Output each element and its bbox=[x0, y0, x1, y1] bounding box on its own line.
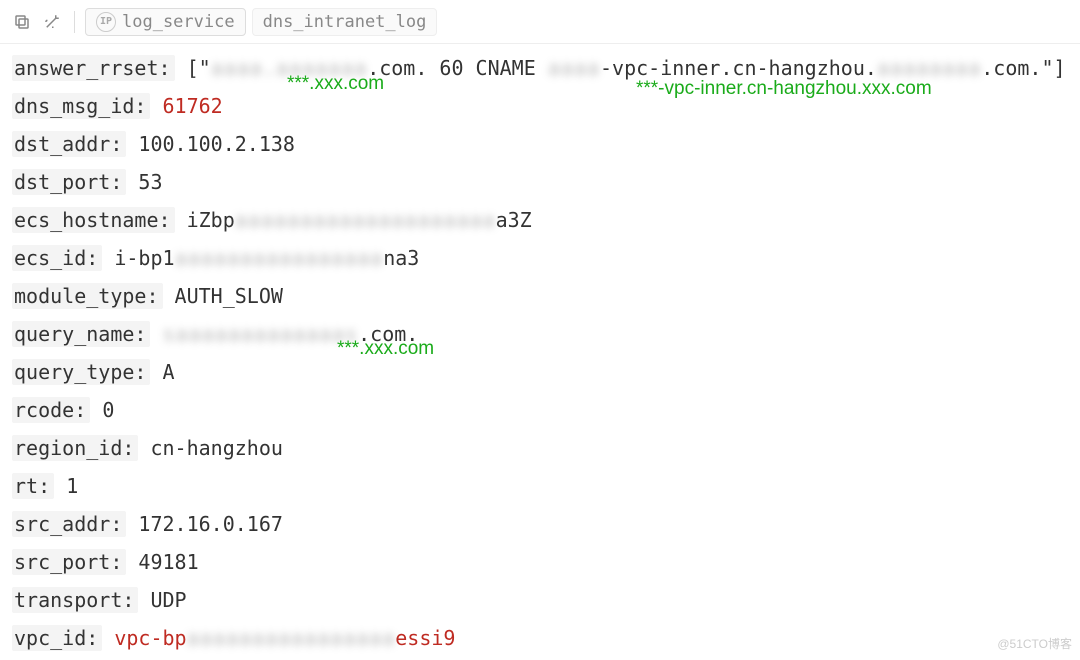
field-key: region_id: bbox=[12, 435, 138, 461]
magic-wand-icon[interactable] bbox=[40, 10, 64, 34]
log-field-list: answer_rrset: ["aaaa.aaaaaaa.com. 60 CNA… bbox=[0, 44, 1080, 653]
field-key: rt: bbox=[12, 473, 54, 499]
field-key: dst_port: bbox=[12, 169, 126, 195]
field-vpc-id: vpc_id: vpc-bpaaaaaaaaaaaaaaaaessi9 bbox=[12, 624, 1068, 653]
field-key: dst_addr: bbox=[12, 131, 126, 157]
field-key: rcode: bbox=[12, 397, 90, 423]
field-value: cn-hangzhou bbox=[150, 436, 282, 460]
field-value: vpc-bpaaaaaaaaaaaaaaaaessi9 bbox=[114, 626, 455, 650]
field-value: A bbox=[163, 360, 175, 384]
field-key: query_name: bbox=[12, 321, 150, 347]
field-query-type: query_type: A bbox=[12, 358, 1068, 387]
field-value: i-bp1aaaaaaaaaaaaaaaana3 bbox=[114, 246, 419, 270]
toolbar: IP log_service dns_intranet_log bbox=[0, 0, 1080, 44]
field-value: 53 bbox=[138, 170, 162, 194]
field-value: 172.16.0.167 bbox=[138, 512, 283, 536]
field-key: transport: bbox=[12, 587, 138, 613]
field-value: AUTH_SLOW bbox=[175, 284, 283, 308]
copy-icon[interactable] bbox=[10, 10, 34, 34]
field-dst-port: dst_port: 53 bbox=[12, 168, 1068, 197]
field-value: iZbpaaaaaaaaaaaaaaaaaaaaa3Z bbox=[187, 208, 532, 232]
watermark: @51CTO博客 bbox=[997, 635, 1072, 652]
field-key: module_type: bbox=[12, 283, 163, 309]
field-key: dns_msg_id: bbox=[12, 93, 150, 119]
field-module-type: module_type: AUTH_SLOW bbox=[12, 282, 1068, 311]
breadcrumb-dns-intranet-log[interactable]: dns_intranet_log bbox=[252, 8, 438, 36]
field-rcode: rcode: 0 bbox=[12, 396, 1068, 425]
field-value: 61762 bbox=[163, 94, 223, 118]
field-rt: rt: 1 bbox=[12, 472, 1068, 501]
field-transport: transport: UDP bbox=[12, 586, 1068, 615]
field-src-port: src_port: 49181 bbox=[12, 548, 1068, 577]
field-query-name: query_name: saaaaaaaaaaaaas.com. ***.xxx… bbox=[12, 320, 1068, 349]
field-key: query_type: bbox=[12, 359, 150, 385]
field-ecs-id: ecs_id: i-bp1aaaaaaaaaaaaaaaana3 bbox=[12, 244, 1068, 273]
field-ecs-hostname: ecs_hostname: iZbpaaaaaaaaaaaaaaaaaaaaa3… bbox=[12, 206, 1068, 235]
field-src-addr: src_addr: 172.16.0.167 bbox=[12, 510, 1068, 539]
field-key: src_addr: bbox=[12, 511, 126, 537]
breadcrumb-label: dns_intranet_log bbox=[263, 12, 427, 32]
field-key: vpc_id: bbox=[12, 625, 102, 651]
field-value: 49181 bbox=[138, 550, 198, 574]
field-key: ecs_id: bbox=[12, 245, 102, 271]
field-region-id: region_id: cn-hangzhou bbox=[12, 434, 1068, 463]
field-answer-rrset: answer_rrset: ["aaaa.aaaaaaa.com. 60 CNA… bbox=[12, 54, 1068, 83]
field-key: ecs_hostname: bbox=[12, 207, 175, 233]
field-key: src_port: bbox=[12, 549, 126, 575]
field-value: 0 bbox=[102, 398, 114, 422]
field-value: UDP bbox=[150, 588, 186, 612]
field-key: answer_rrset: bbox=[12, 55, 175, 81]
field-value: 1 bbox=[66, 474, 78, 498]
breadcrumb-label: log_service bbox=[122, 12, 235, 32]
field-dst-addr: dst_addr: 100.100.2.138 bbox=[12, 130, 1068, 159]
divider bbox=[74, 11, 75, 33]
field-dns-msg-id: dns_msg_id: 61762 bbox=[12, 92, 1068, 121]
ip-badge-icon: IP bbox=[96, 12, 116, 32]
breadcrumb-log-service[interactable]: IP log_service bbox=[85, 8, 246, 36]
field-value: 100.100.2.138 bbox=[138, 132, 295, 156]
